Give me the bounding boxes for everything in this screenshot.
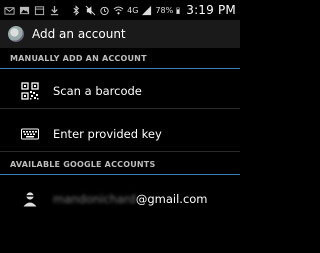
keyboard-icon [21, 125, 39, 143]
battery-icon [176, 7, 180, 14]
account-avatar-icon [21, 190, 39, 208]
calendar-notification-icon [34, 5, 45, 15]
bluetooth-icon [73, 4, 80, 16]
signal-icon [142, 5, 152, 15]
page-title: Add an account [32, 27, 126, 41]
authenticator-app-icon[interactable] [8, 26, 24, 42]
account-email-domain: @gmail.com [135, 192, 208, 206]
alarm-icon [100, 6, 109, 15]
battery-percent: 78% [155, 5, 174, 15]
account-email: mandonichard @gmail.com [53, 192, 208, 206]
system-icons: 4G 78% 3:19 PM [71, 3, 240, 17]
network-type: 4G [127, 5, 139, 15]
enter-key-item[interactable]: Enter provided key [0, 116, 240, 152]
mail-notification-icon [4, 6, 15, 15]
image-notification-icon [19, 6, 30, 14]
scan-barcode-item[interactable]: Scan a barcode [0, 73, 240, 109]
account-email-user: mandonichard [53, 192, 136, 206]
download-notification-icon [50, 5, 59, 15]
wifi-icon [113, 6, 124, 14]
action-bar: Add an account [0, 20, 240, 48]
clock: 3:19 PM [186, 3, 236, 17]
section-header-google: AVAILABLE GOOGLE ACCOUNTS [0, 155, 240, 175]
google-account-item[interactable]: mandonichard @gmail.com [0, 181, 240, 217]
mute-icon [85, 5, 96, 15]
notification-icons [0, 5, 60, 16]
status-bar: 4G 78% 3:19 PM [0, 0, 240, 20]
scan-barcode-label: Scan a barcode [53, 83, 142, 98]
qr-code-icon [21, 81, 39, 100]
section-header-manual: MANUALLY ADD AN ACCOUNT [0, 49, 240, 69]
enter-key-label: Enter provided key [53, 126, 162, 141]
